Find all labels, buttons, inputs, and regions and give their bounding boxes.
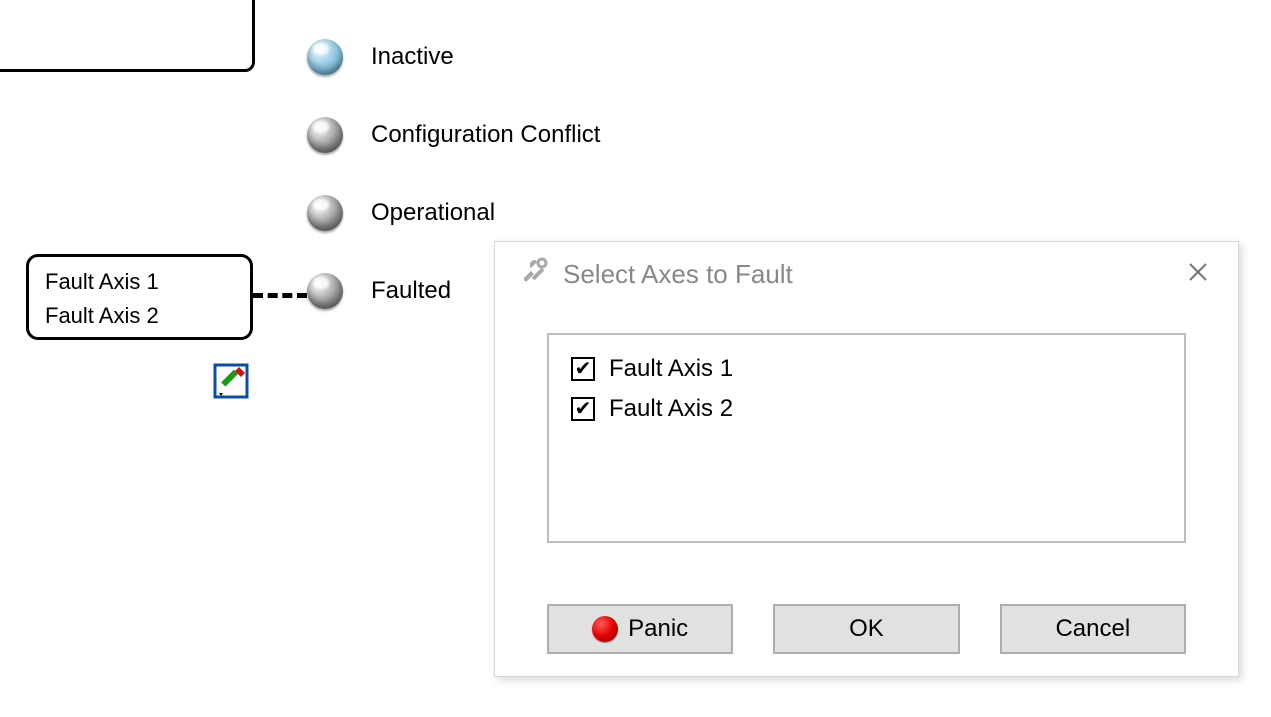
- checkbox-box: ✔: [571, 397, 595, 421]
- annotation-line: Fault Axis 2: [45, 299, 234, 333]
- edit-pencil-icon[interactable]: [213, 363, 249, 406]
- annotation-line: Fault Axis 1: [45, 265, 234, 299]
- select-axes-dialog: Select Axes to Fault ✔ Fault Axis 1 ✔ Fa…: [494, 241, 1239, 677]
- dialog-body: ✔ Fault Axis 1 ✔ Fault Axis 2: [547, 333, 1186, 543]
- state-configuration-conflict[interactable]: Configuration Conflict: [307, 96, 600, 174]
- panic-indicator-icon: [592, 616, 618, 642]
- close-icon[interactable]: [1182, 261, 1214, 289]
- state-inactive[interactable]: Inactive: [307, 18, 600, 96]
- indicator-orb-faulted: [307, 273, 343, 309]
- tools-icon: [519, 256, 549, 293]
- panic-button[interactable]: Panic: [547, 604, 733, 654]
- faulted-annotation-box: Fault Axis 1 Fault Axis 2: [26, 254, 253, 340]
- dialog-button-row: Panic OK Cancel: [547, 604, 1186, 654]
- indicator-orb-inactive: [307, 39, 343, 75]
- indicator-orb-operational: [307, 195, 343, 231]
- checkbox-box: ✔: [571, 357, 595, 381]
- button-label: Cancel: [1055, 615, 1130, 643]
- checkbox-label: Fault Axis 2: [609, 389, 733, 429]
- state-label: Inactive: [371, 43, 454, 71]
- dialog-title: Select Axes to Fault: [563, 259, 1182, 290]
- state-label: Operational: [371, 199, 495, 227]
- state-label: Faulted: [371, 277, 451, 305]
- state-label: Configuration Conflict: [371, 121, 600, 149]
- dashed-connector: [253, 293, 307, 298]
- ok-button[interactable]: OK: [773, 604, 959, 654]
- button-label: OK: [849, 615, 884, 643]
- dialog-titlebar: Select Axes to Fault: [495, 242, 1238, 301]
- checkbox-fault-axis-2[interactable]: ✔ Fault Axis 2: [571, 389, 1162, 429]
- panel-fragment: [0, 0, 255, 72]
- button-label: Panic: [628, 615, 688, 643]
- cancel-button[interactable]: Cancel: [1000, 604, 1186, 654]
- indicator-orb-confconflict: [307, 117, 343, 153]
- checkbox-fault-axis-1[interactable]: ✔ Fault Axis 1: [571, 349, 1162, 389]
- checkbox-label: Fault Axis 1: [609, 349, 733, 389]
